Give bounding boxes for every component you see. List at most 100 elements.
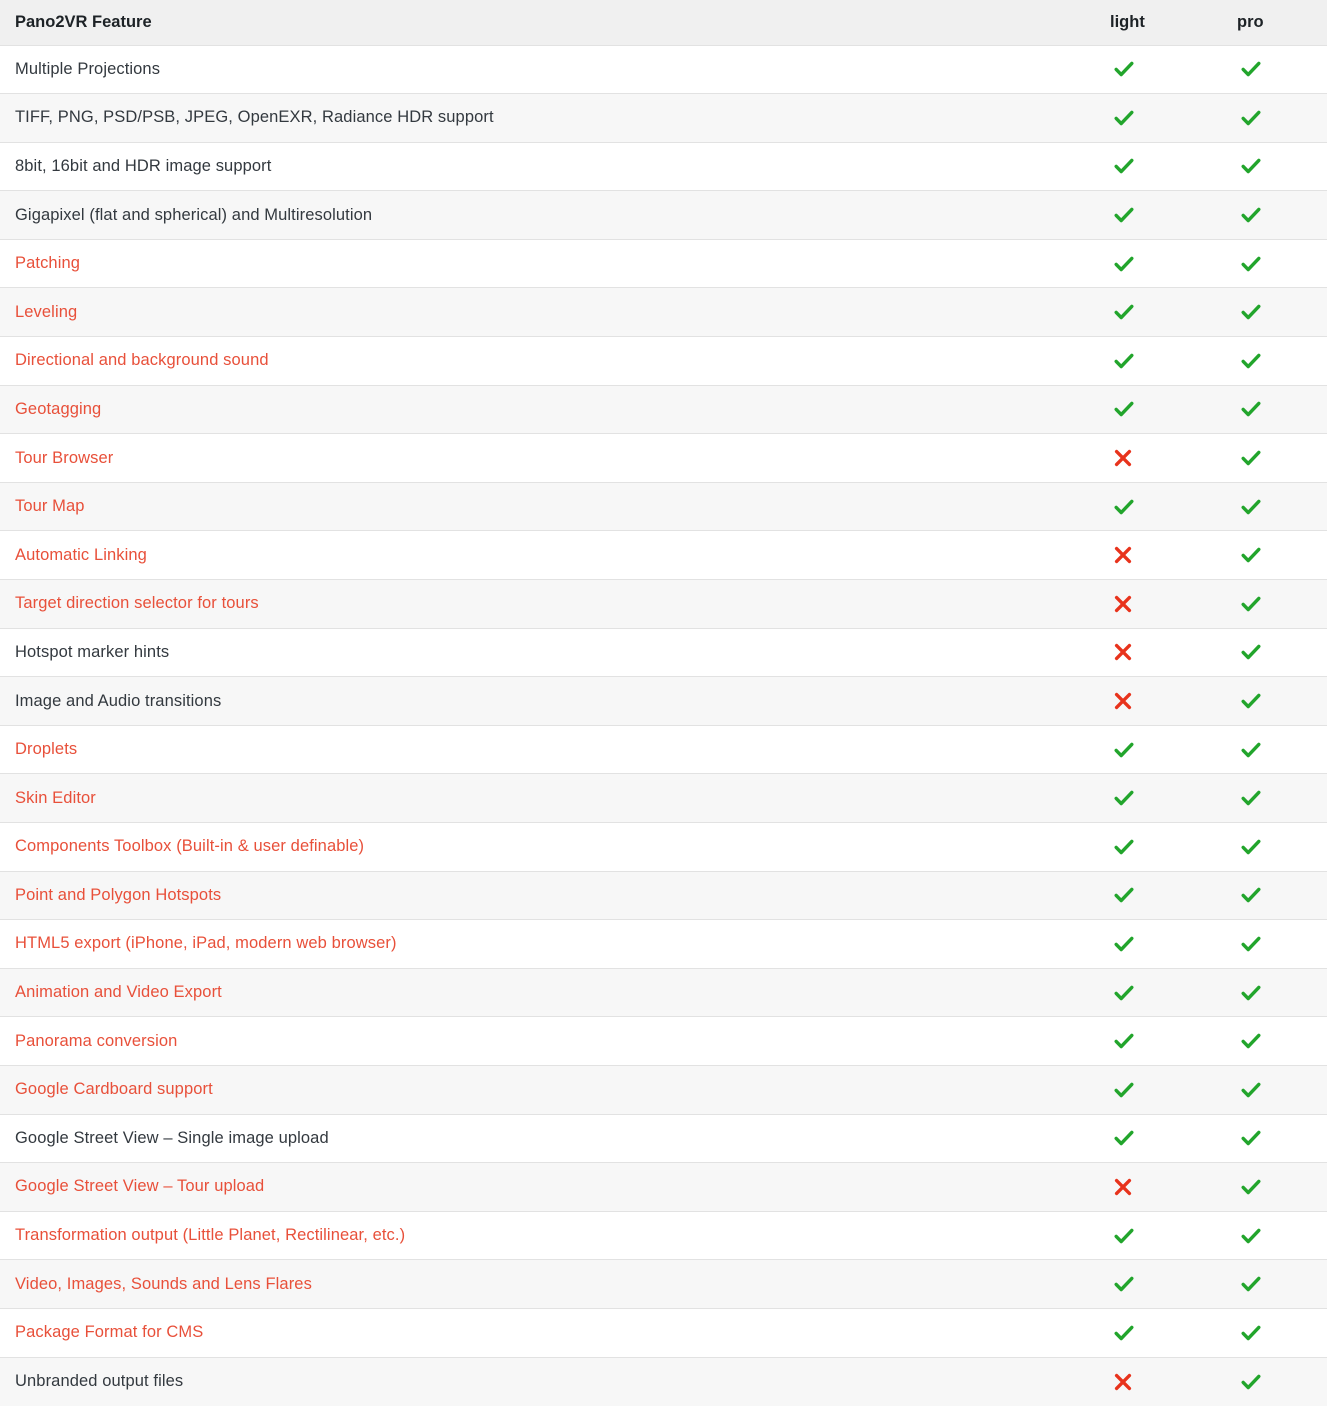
check-icon bbox=[1240, 447, 1262, 469]
cell-pro-supported bbox=[1222, 1064, 1327, 1115]
check-icon bbox=[1113, 350, 1135, 372]
cell-light-unsupported bbox=[1095, 1356, 1222, 1406]
cell-pro-supported bbox=[1222, 1356, 1327, 1406]
cell-pro-supported bbox=[1222, 579, 1327, 629]
check-icon bbox=[1113, 982, 1135, 1004]
feature-link[interactable]: Point and Polygon Hotspots bbox=[0, 870, 1095, 920]
check-icon bbox=[1240, 58, 1262, 80]
check-icon bbox=[1113, 1273, 1135, 1295]
feature-label: 8bit, 16bit and HDR image support bbox=[0, 141, 1095, 191]
check-icon bbox=[1240, 1030, 1262, 1052]
feature-label: Google Street View – Single image upload bbox=[0, 1113, 1095, 1163]
cell-light-supported bbox=[1095, 1016, 1222, 1066]
feature-link[interactable]: Panorama conversion bbox=[0, 1016, 1095, 1066]
feature-link[interactable]: Components Toolbox (Built-in & user defi… bbox=[0, 822, 1095, 872]
cell-light-supported bbox=[1095, 1259, 1222, 1309]
table-row: Leveling bbox=[0, 287, 1327, 337]
table-row: Animation and Video Export bbox=[0, 967, 1327, 1017]
feature-link[interactable]: Video, Images, Sounds and Lens Flares bbox=[0, 1259, 1095, 1309]
cell-pro-supported bbox=[1222, 93, 1327, 143]
check-icon bbox=[1113, 1322, 1135, 1344]
check-icon bbox=[1240, 1225, 1262, 1247]
check-icon bbox=[1240, 884, 1262, 906]
feature-label: Gigapixel (flat and spherical) and Multi… bbox=[0, 190, 1095, 240]
feature-comparison-table: Pano2VR Feature light pro Multiple Proje… bbox=[0, 0, 1327, 1406]
feature-link[interactable]: HTML5 export (iPhone, iPad, modern web b… bbox=[0, 919, 1095, 969]
feature-link[interactable]: Droplets bbox=[0, 724, 1095, 774]
table-row: Tour Map bbox=[0, 481, 1327, 531]
cell-pro-supported bbox=[1222, 919, 1327, 969]
feature-link[interactable]: Transformation output (Little Planet, Re… bbox=[0, 1210, 1095, 1260]
check-icon bbox=[1240, 690, 1262, 712]
table-row: 8bit, 16bit and HDR image support bbox=[0, 141, 1327, 191]
cross-icon bbox=[1113, 448, 1133, 468]
check-icon bbox=[1240, 1273, 1262, 1295]
table-row: Patching bbox=[0, 238, 1327, 288]
feature-link[interactable]: Skin Editor bbox=[0, 773, 1095, 823]
cell-pro-supported bbox=[1222, 141, 1327, 191]
cross-icon bbox=[1113, 691, 1133, 711]
check-icon bbox=[1113, 107, 1135, 129]
cell-light-supported bbox=[1095, 287, 1222, 337]
check-icon bbox=[1240, 204, 1262, 226]
table-row: Skin Editor bbox=[0, 773, 1327, 823]
cell-light-unsupported bbox=[1095, 579, 1222, 629]
feature-link[interactable]: Package Format for CMS bbox=[0, 1307, 1095, 1358]
cell-pro-supported bbox=[1222, 336, 1327, 386]
check-icon bbox=[1113, 155, 1135, 177]
check-icon bbox=[1240, 982, 1262, 1004]
feature-link[interactable]: Target direction selector for tours bbox=[0, 579, 1095, 629]
column-header-pro: pro bbox=[1222, 0, 1327, 45]
feature-link[interactable]: Tour Map bbox=[0, 481, 1095, 531]
cell-light-supported bbox=[1095, 1113, 1222, 1163]
check-icon bbox=[1113, 398, 1135, 420]
check-icon bbox=[1113, 884, 1135, 906]
feature-link[interactable]: Automatic Linking bbox=[0, 530, 1095, 580]
cell-pro-supported bbox=[1222, 238, 1327, 288]
table-row: Video, Images, Sounds and Lens Flares bbox=[0, 1259, 1327, 1309]
table-row: Google Cardboard support bbox=[0, 1064, 1327, 1115]
column-header-feature: Pano2VR Feature bbox=[0, 0, 1095, 45]
cell-pro-supported bbox=[1222, 773, 1327, 823]
check-icon bbox=[1113, 1079, 1135, 1101]
cell-light-supported bbox=[1095, 141, 1222, 191]
check-icon bbox=[1113, 1127, 1135, 1149]
feature-label: Hotspot marker hints bbox=[0, 627, 1095, 677]
feature-link[interactable]: Directional and background sound bbox=[0, 336, 1095, 386]
check-icon bbox=[1240, 836, 1262, 858]
feature-link[interactable]: Geotagging bbox=[0, 384, 1095, 434]
check-icon bbox=[1240, 1079, 1262, 1101]
cell-pro-supported bbox=[1222, 433, 1327, 483]
table-row: Gigapixel (flat and spherical) and Multi… bbox=[0, 190, 1327, 240]
table-row: Transformation output (Little Planet, Re… bbox=[0, 1210, 1327, 1260]
feature-link[interactable]: Patching bbox=[0, 238, 1095, 288]
feature-link[interactable]: Animation and Video Export bbox=[0, 967, 1095, 1017]
feature-link[interactable]: Leveling bbox=[0, 287, 1095, 337]
cell-light-supported bbox=[1095, 336, 1222, 386]
cell-pro-supported bbox=[1222, 1210, 1327, 1260]
cross-icon bbox=[1113, 1177, 1133, 1197]
check-icon bbox=[1240, 1322, 1262, 1344]
cell-pro-supported bbox=[1222, 822, 1327, 872]
cell-light-unsupported bbox=[1095, 530, 1222, 580]
table-row: TIFF, PNG, PSD/PSB, JPEG, OpenEXR, Radia… bbox=[0, 93, 1327, 143]
check-icon bbox=[1113, 933, 1135, 955]
cell-pro-supported bbox=[1222, 530, 1327, 580]
cell-light-supported bbox=[1095, 238, 1222, 288]
check-icon bbox=[1240, 1371, 1262, 1393]
feature-link[interactable]: Google Street View – Tour upload bbox=[0, 1162, 1095, 1212]
cell-light-unsupported bbox=[1095, 433, 1222, 483]
feature-link[interactable]: Tour Browser bbox=[0, 433, 1095, 483]
cell-light-supported bbox=[1095, 1064, 1222, 1115]
check-icon bbox=[1113, 787, 1135, 809]
feature-link[interactable]: Google Cardboard support bbox=[0, 1064, 1095, 1115]
check-icon bbox=[1240, 107, 1262, 129]
check-icon bbox=[1240, 398, 1262, 420]
table-body: Multiple Projections TIFF, PNG, PSD/PSB, … bbox=[0, 44, 1327, 1406]
check-icon bbox=[1113, 58, 1135, 80]
cell-light-supported bbox=[1095, 822, 1222, 872]
check-icon bbox=[1240, 1127, 1262, 1149]
check-icon bbox=[1240, 1176, 1262, 1198]
table-header: Pano2VR Feature light pro bbox=[0, 0, 1327, 45]
cell-light-unsupported bbox=[1095, 676, 1222, 726]
